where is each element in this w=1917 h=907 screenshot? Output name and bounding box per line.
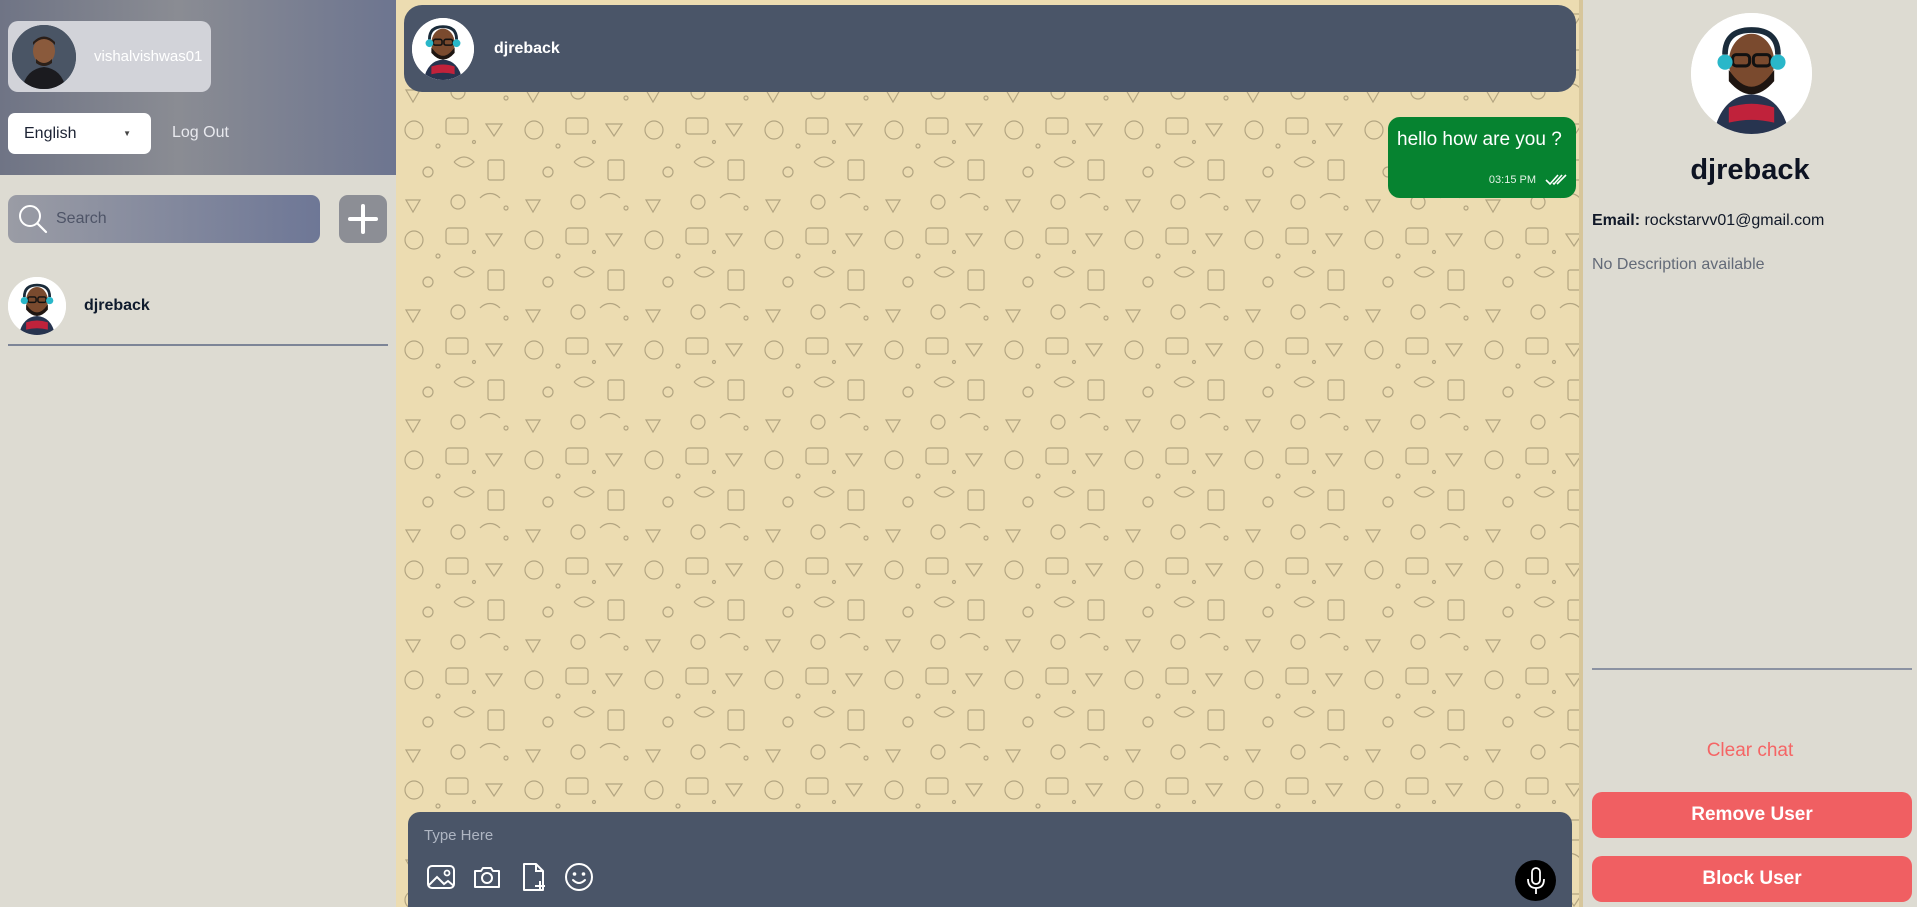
caret-down-icon: ▼ [123, 129, 131, 138]
block-user-button[interactable]: Block User [1592, 856, 1912, 902]
person-photo-icon [12, 24, 76, 89]
message-time: 03:15 PM [1488, 174, 1536, 186]
clear-chat-button[interactable]: Clear chat [1583, 740, 1917, 762]
message-text: hello how are you ? [1397, 129, 1562, 150]
email-label: Email: [1592, 212, 1641, 229]
double-check-icon [1545, 174, 1567, 186]
voice-record-button[interactable] [1515, 860, 1556, 901]
contact-profile-avatar [1691, 13, 1812, 134]
search-bar[interactable] [8, 195, 320, 243]
gallery-button[interactable] [424, 860, 458, 894]
emoji-icon [565, 863, 593, 891]
logout-button[interactable]: Log Out [172, 124, 229, 142]
message-composer [408, 812, 1572, 907]
contact-avatar [8, 277, 66, 335]
message-bubble-outgoing[interactable]: hello how are you ? 03:15 PM [1388, 117, 1576, 198]
add-contact-button[interactable] [339, 195, 387, 243]
microphone-icon [1526, 866, 1545, 894]
search-icon [19, 205, 48, 234]
panel-divider [1592, 668, 1912, 670]
search-input[interactable] [56, 210, 296, 228]
contact-info-panel: djreback Email: rockstarvv01@gmail.com N… [1583, 0, 1917, 907]
sidebar: vishalvishwas01 English ▼ Log Out Search… [0, 0, 396, 907]
gallery-icon [427, 865, 455, 889]
avatar-emoji-icon [1691, 13, 1812, 134]
email-value: rockstarvv01@gmail.com [1644, 212, 1825, 229]
profile-card[interactable]: vishalvishwas01 [8, 21, 211, 92]
message-meta: 03:15 PM [1489, 174, 1567, 186]
plus-icon [348, 204, 378, 234]
contact-email: Email: rockstarvv01@gmail.com [1592, 212, 1824, 230]
attach-file-button[interactable] [516, 860, 550, 894]
file-add-icon [523, 863, 545, 891]
chat-header-name: djreback [494, 39, 560, 57]
avatar-emoji-icon [412, 17, 474, 80]
chat-area: djreback hello how are you ? 03:15 PM [396, 0, 1583, 907]
profile-avatar[interactable] [12, 24, 76, 89]
sidebar-header: vishalvishwas01 English ▼ Log Out [0, 0, 396, 175]
camera-icon [474, 867, 500, 888]
message-input[interactable] [424, 824, 1324, 846]
language-select[interactable]: English ▼ [8, 113, 151, 154]
language-selected-value: English [24, 124, 77, 142]
contact-list-item[interactable]: djreback [8, 268, 388, 346]
contact-description: No Description available [1592, 256, 1765, 273]
profile-username: vishalvishwas01 [94, 48, 203, 65]
emoji-button[interactable] [562, 860, 596, 894]
contact-profile-name: djreback [1690, 154, 1810, 186]
chat-header[interactable]: djreback [404, 5, 1576, 92]
camera-button[interactable] [470, 860, 504, 894]
remove-user-button[interactable]: Remove User [1592, 792, 1912, 838]
avatar-emoji-icon [8, 277, 66, 335]
contact-name: djreback [84, 297, 150, 314]
chat-header-avatar[interactable] [412, 17, 474, 80]
